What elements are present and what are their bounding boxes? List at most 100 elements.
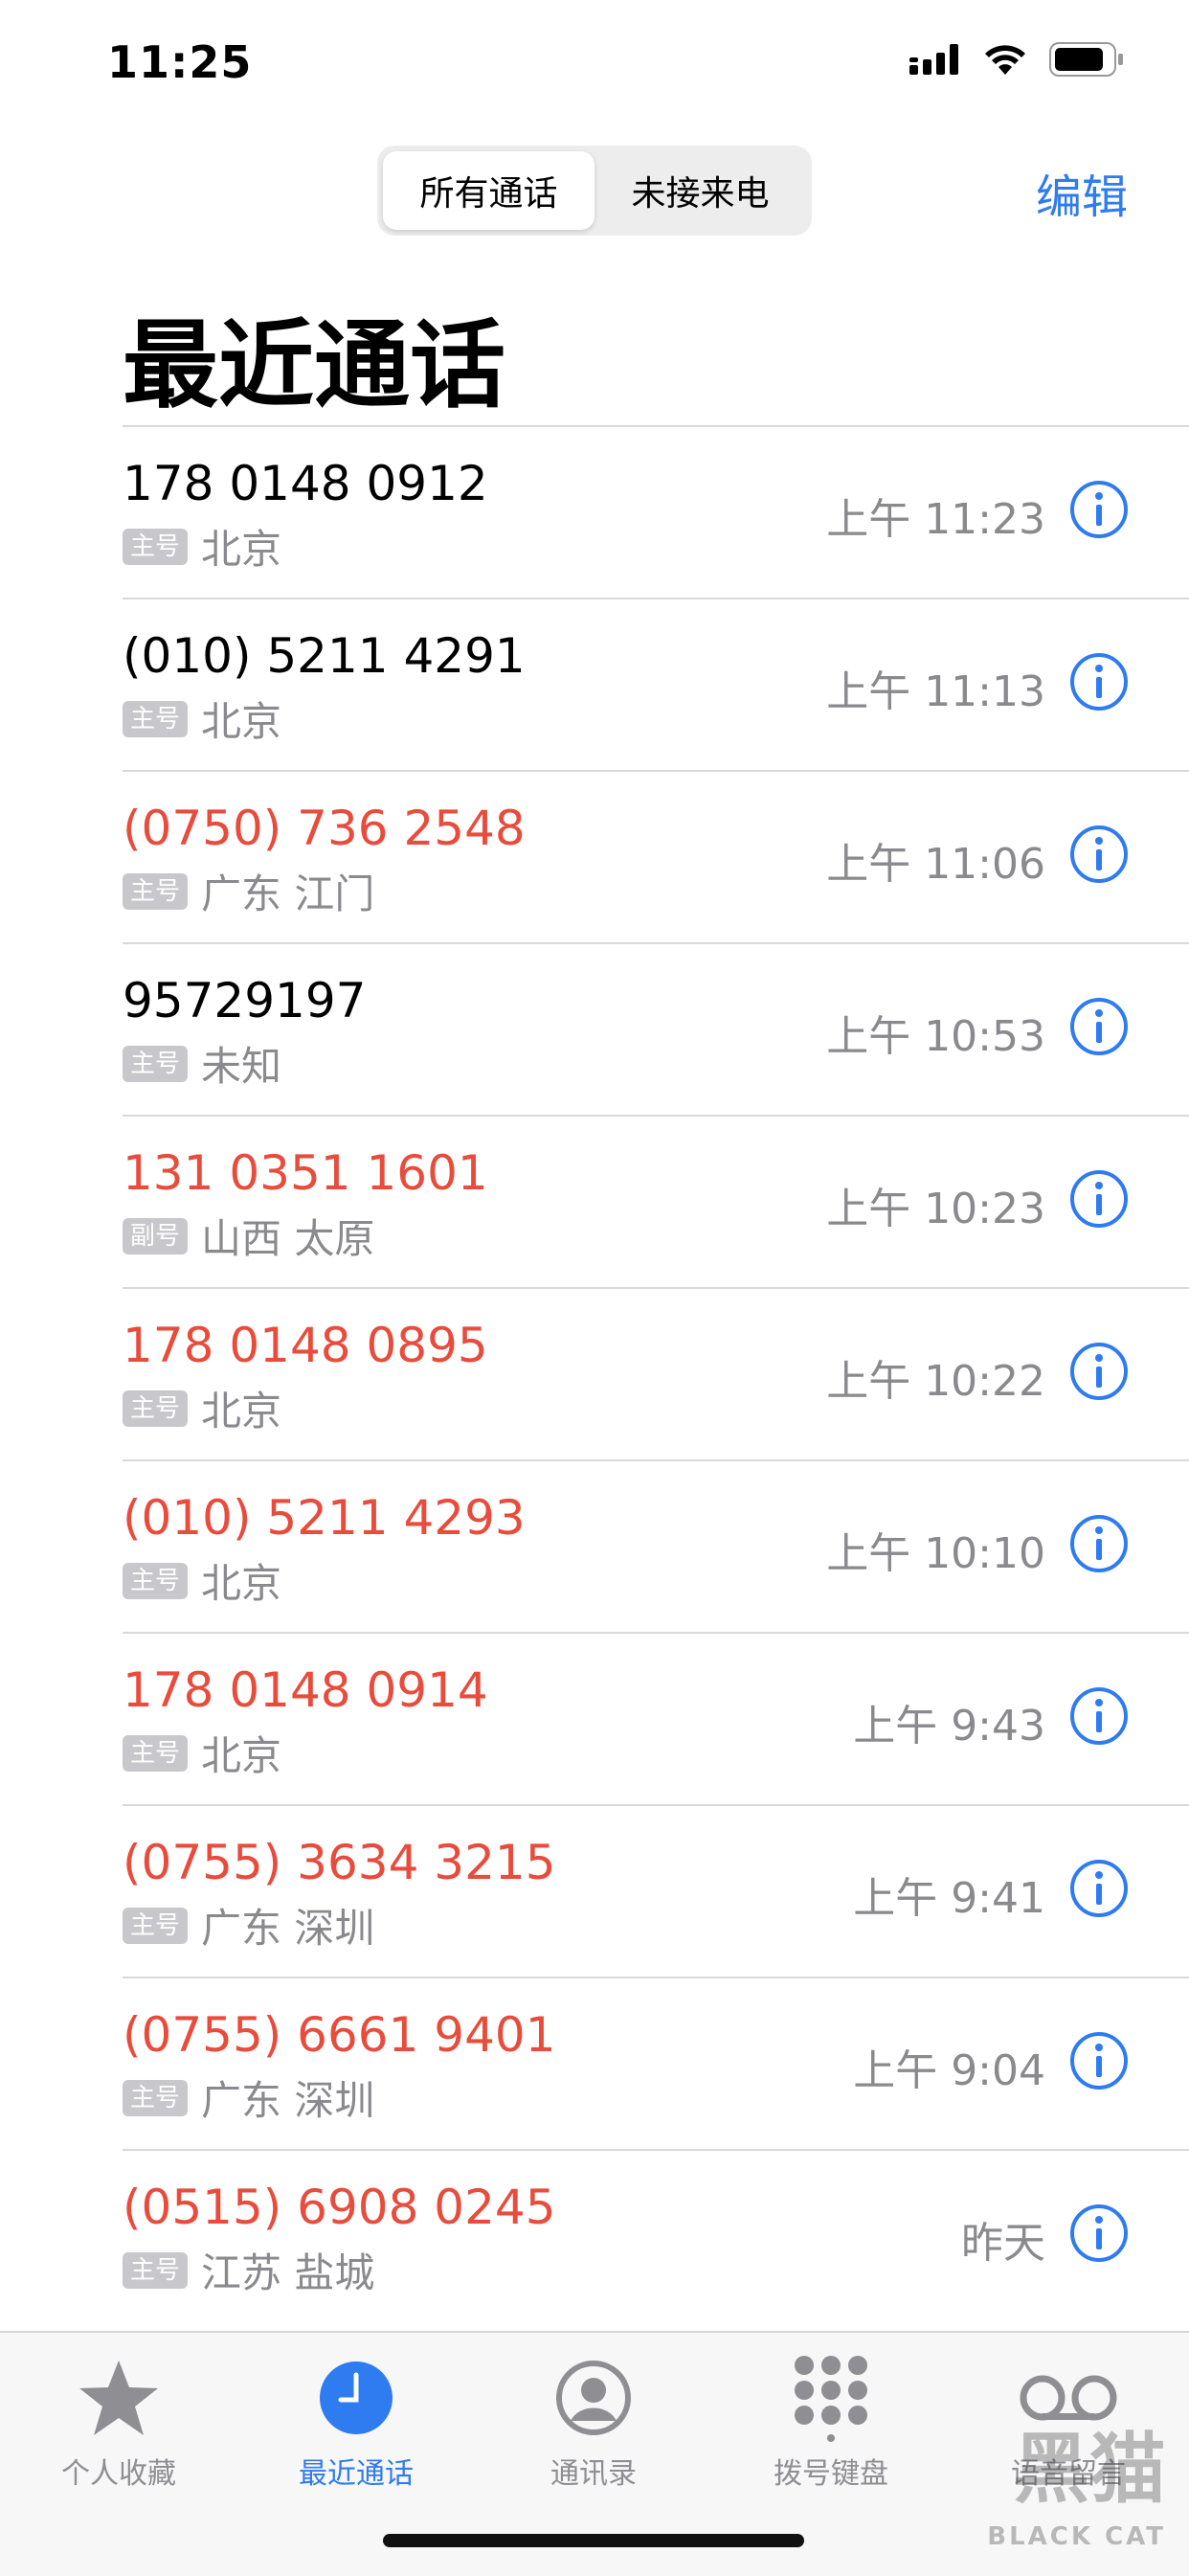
call-number: (0515) 6908 0245 [123,2180,556,2235]
watermark: 黑猫 BLACK CAT [885,2407,1172,2551]
call-row[interactable]: (0515) 6908 0245 主号 江苏 盐城 昨天 [123,2149,1189,2321]
contacts-icon [479,2352,708,2444]
call-time: 上午 11:23 [826,495,1045,544]
call-time: 上午 9:04 [853,2046,1045,2095]
call-subline: 主号 江苏 盐城 [123,2241,374,2299]
line-tag: 主号 [123,1045,189,1082]
call-number: 95729197 [123,973,367,1028]
call-subline: 主号 广东 江门 [123,862,374,920]
call-number: 178 0148 0895 [123,1318,488,1373]
info-icon[interactable] [1068,1168,1130,1230]
info-icon[interactable] [1068,1685,1130,1747]
info-icon[interactable] [1068,996,1130,1057]
call-location: 山西 太原 [201,1215,375,1262]
segment-missed-calls[interactable]: 未接来电 [594,151,806,230]
status-time: 11:25 [107,36,253,88]
info-icon[interactable] [1068,1513,1130,1574]
watermark-en: BLACK CAT [987,2522,1166,2551]
line-tag: 主号 [123,1390,189,1427]
watermark-cn: 黑猫 [1013,2425,1166,2514]
info-icon[interactable] [1068,1858,1130,1919]
call-row[interactable]: 131 0351 1601 副号 山西 太原 上午 10:23 [123,1115,1189,1287]
call-number: (010) 5211 4293 [123,1490,526,1546]
info-icon[interactable] [1068,824,1130,885]
nav-bar: 所有通话 未接来电 编辑 [0,124,1189,259]
call-location: 北京 [201,698,282,745]
call-row[interactable]: 178 0148 0895 主号 北京 上午 10:22 [123,1287,1189,1459]
call-subline: 主号 北京 [123,1724,281,1782]
tab-contacts[interactable]: 通讯录 [479,2352,708,2492]
tab-label: 通讯录 [550,2457,637,2491]
info-icon[interactable] [1068,1341,1130,1402]
call-subline: 副号 山西 太原 [123,1207,374,1265]
signal-icon [909,44,958,75]
clock-icon [241,2352,471,2444]
call-subline: 主号 北京 [123,1379,281,1437]
call-location: 北京 [201,526,282,573]
call-subline: 主号 广东 深圳 [123,1896,374,1955]
call-row[interactable]: (0755) 3634 3215 主号 广东 深圳 上午 9:41 [123,1804,1189,1977]
call-time: 上午 10:22 [826,1357,1045,1406]
line-tag: 副号 [123,1217,189,1254]
line-tag: 主号 [123,872,189,910]
call-location: 北京 [201,1560,282,1607]
call-number: 178 0148 0912 [123,456,488,511]
line-tag: 主号 [123,2251,189,2289]
status-bar: 11:25 [0,0,1189,124]
line-tag: 主号 [123,700,189,737]
battery-icon [1049,42,1123,77]
info-icon[interactable] [1068,2203,1130,2264]
line-tag: 主号 [123,1562,189,1599]
info-icon[interactable] [1068,2030,1130,2091]
status-icons [909,42,1124,77]
page-title: 最近通话 [123,309,505,421]
tab-label: 个人收藏 [61,2457,176,2491]
call-location: 北京 [201,1732,282,1779]
star-icon [4,2352,234,2444]
tab-label: 最近通话 [299,2457,414,2491]
home-indicator [383,2534,804,2547]
call-number: (010) 5211 4291 [123,628,526,684]
call-time: 上午 9:41 [853,1874,1045,1923]
info-icon[interactable] [1068,479,1130,540]
line-tag: 主号 [123,1907,189,1944]
call-location: 广东 江门 [201,870,375,917]
call-subline: 主号 北京 [123,517,281,576]
call-row[interactable]: (010) 5211 4293 主号 北京 上午 10:10 [123,1459,1189,1632]
segment-all-calls[interactable]: 所有通话 [383,151,594,230]
call-time: 昨天 [961,2219,1045,2268]
call-row[interactable]: 178 0148 0914 主号 北京 上午 9:43 [123,1632,1189,1804]
call-row[interactable]: (010) 5211 4291 主号 北京 上午 11:13 [123,598,1189,770]
call-time: 上午 11:13 [826,667,1045,716]
call-subline: 主号 未知 [123,1034,281,1093]
wifi-icon [985,45,1025,75]
call-time: 上午 9:43 [853,1702,1045,1751]
call-number: (0755) 6661 9401 [123,2007,556,2063]
call-subline: 主号 北京 [123,1551,281,1610]
call-time: 上午 10:53 [826,1012,1045,1061]
call-row[interactable]: (0750) 736 2548 主号 广东 江门 上午 11:06 [123,770,1189,942]
call-location: 未知 [201,1043,282,1090]
info-icon[interactable] [1068,651,1130,712]
call-row[interactable]: (0755) 6661 9401 主号 广东 深圳 上午 9:04 [123,1977,1189,2149]
call-location: 江苏 盐城 [201,2249,375,2296]
call-time: 上午 10:10 [826,1529,1045,1578]
tab-favorites[interactable]: 个人收藏 [4,2352,234,2492]
call-location: 北京 [201,1388,282,1435]
call-row[interactable]: 178 0148 0912 主号 北京 上午 11:23 [123,425,1189,598]
line-tag: 主号 [123,1734,189,1772]
call-subline: 主号 北京 [123,689,281,748]
line-tag: 主号 [123,2079,189,2116]
edit-button[interactable]: 编辑 [1036,159,1128,226]
call-subline: 主号 广东 深圳 [123,2068,374,2127]
call-number: (0750) 736 2548 [123,801,526,856]
segmented-control: 所有通话 未接来电 [377,146,812,236]
call-row[interactable]: 95729197 主号 未知 上午 10:53 [123,942,1189,1115]
call-list: 178 0148 0912 主号 北京 上午 11:23 (010) 5211 4291… [123,425,1189,2321]
call-location: 广东 深圳 [201,2077,375,2124]
call-location: 广东 深圳 [201,1905,375,1952]
tab-recents[interactable]: 最近通话 [241,2352,471,2492]
line-tag: 主号 [123,528,189,565]
call-number: (0755) 3634 3215 [123,1835,556,1890]
call-time: 上午 10:23 [826,1185,1045,1233]
